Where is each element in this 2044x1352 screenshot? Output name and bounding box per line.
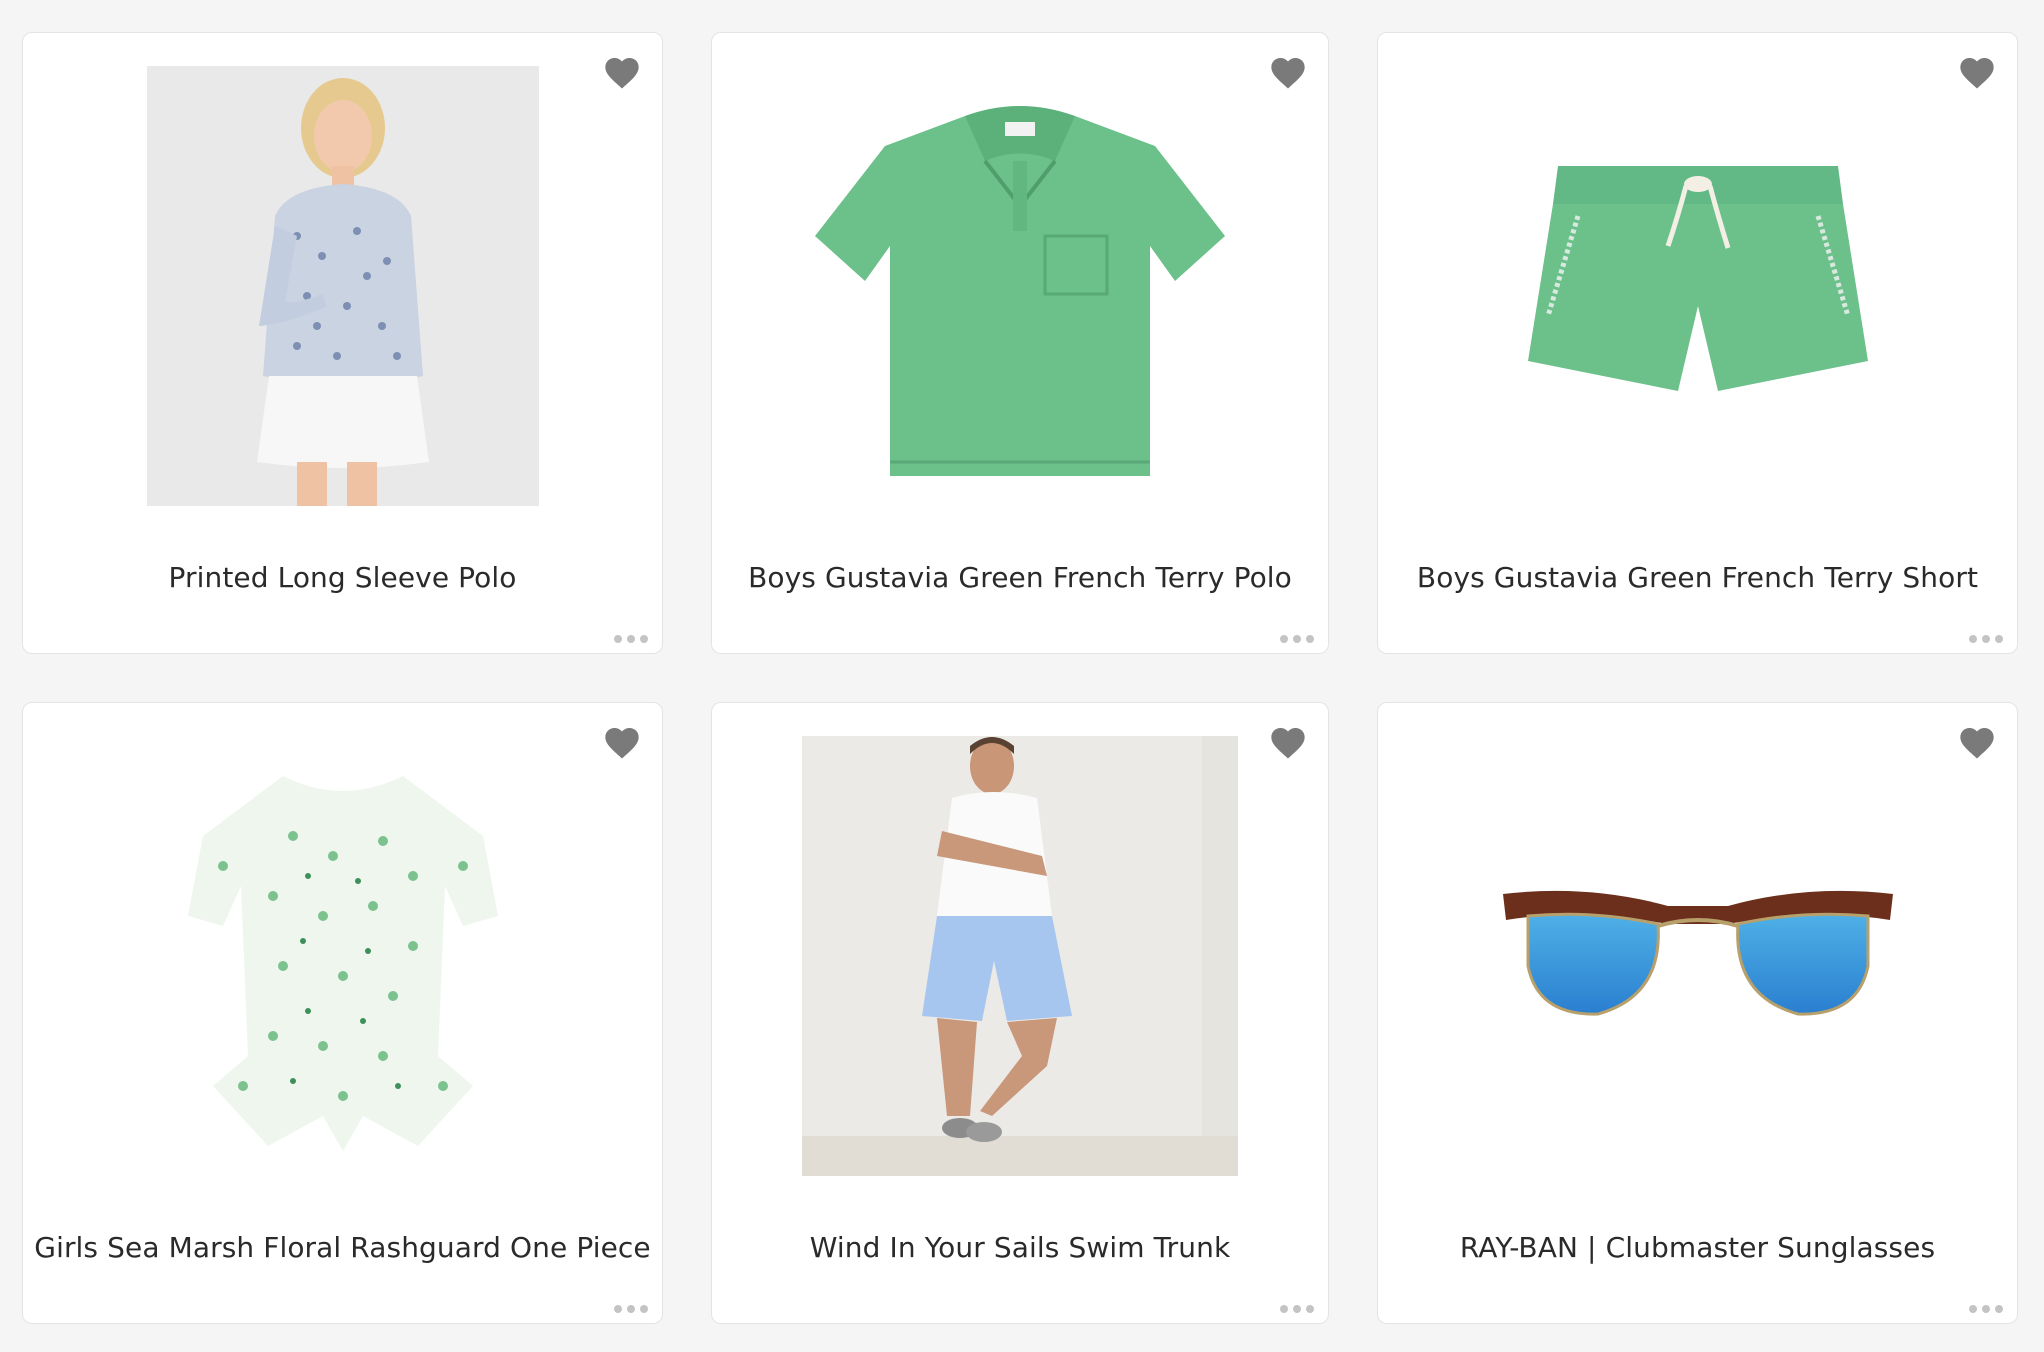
product-card[interactable]: RAY-BAN | Clubmaster Sunglasses	[1377, 702, 2018, 1324]
product-card[interactable]: Boys Gustavia Green French Terry Polo	[711, 32, 1329, 654]
green-polo-shirt-photo[interactable]	[712, 63, 1328, 508]
more-options-icon[interactable]	[1280, 1303, 1314, 1315]
product-card[interactable]: Printed Long Sleeve Polo	[22, 32, 663, 654]
more-options-icon[interactable]	[1969, 1303, 2003, 1315]
more-options-icon[interactable]	[614, 1303, 648, 1315]
clubmaster-sunglasses-photo[interactable]	[1378, 733, 2017, 1178]
more-options-icon[interactable]	[1280, 633, 1314, 645]
more-options-icon[interactable]	[1969, 633, 2003, 645]
product-card[interactable]: Wind In Your Sails Swim Trunk	[711, 702, 1329, 1324]
product-title[interactable]: Boys Gustavia Green French Terry Short	[1378, 561, 2017, 594]
product-title[interactable]: Girls Sea Marsh Floral Rashguard One Pie…	[23, 1231, 662, 1264]
man-swim-trunk-photo[interactable]	[712, 733, 1328, 1178]
green-shorts-photo[interactable]	[1378, 63, 2017, 508]
product-title[interactable]: Wind In Your Sails Swim Trunk	[712, 1231, 1328, 1264]
product-card[interactable]: Girls Sea Marsh Floral Rashguard One Pie…	[22, 702, 663, 1324]
product-title[interactable]: Printed Long Sleeve Polo	[23, 561, 662, 594]
product-title[interactable]: RAY-BAN | Clubmaster Sunglasses	[1378, 1231, 2017, 1264]
more-options-icon[interactable]	[614, 633, 648, 645]
floral-rashguard-photo[interactable]	[23, 733, 662, 1178]
product-grid: Printed Long Sleeve Polo Boys Gustavia G…	[0, 0, 2044, 1352]
product-card[interactable]: Boys Gustavia Green French Terry Short	[1377, 32, 2018, 654]
product-title[interactable]: Boys Gustavia Green French Terry Polo	[712, 561, 1328, 594]
woman-floral-polo-photo[interactable]	[23, 63, 662, 508]
